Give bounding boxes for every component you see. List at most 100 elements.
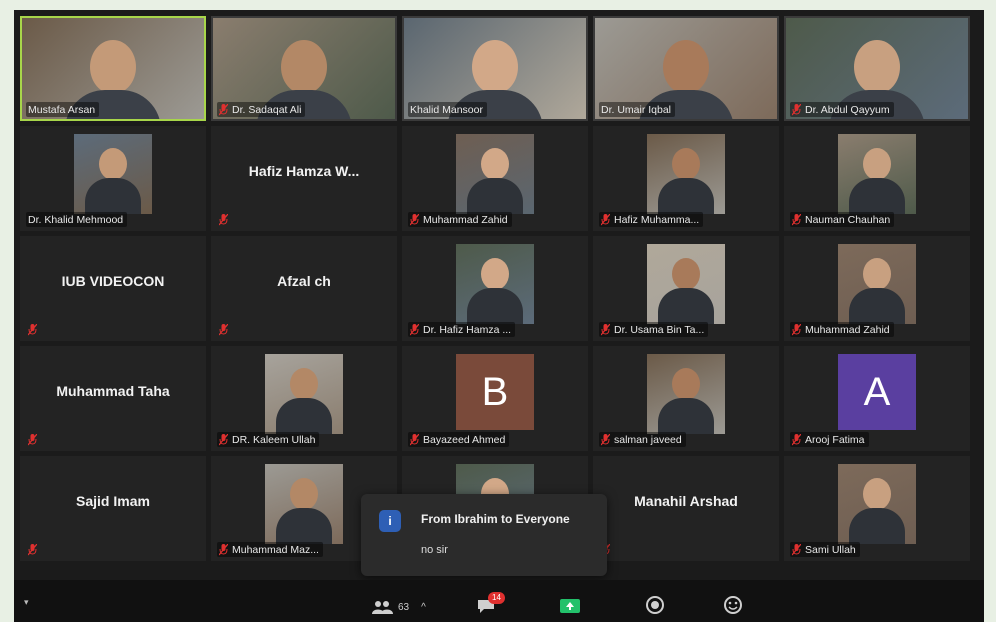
participant-face (99, 148, 127, 180)
participant-face (290, 478, 318, 510)
participant-face (863, 148, 891, 180)
participant-name: DR. Kaleem Ullah (232, 433, 316, 446)
participant-tile[interactable]: Nauman Chauhan (784, 126, 970, 231)
participant-name: Muhammad Zahid (805, 323, 890, 336)
participant-tile[interactable]: Muhammad Zahid (784, 236, 970, 341)
participant-name: Arooj Fatima (805, 433, 865, 446)
reactions-button[interactable] (724, 596, 742, 614)
chat-sender: From Ibrahim to Everyone (421, 512, 570, 526)
participant-name: Dr. Abdul Qayyum (805, 103, 890, 116)
participant-tile[interactable]: Dr. Sadaqat Ali (211, 16, 397, 121)
participant-tile[interactable]: salman javeed (593, 346, 779, 451)
participant-tile[interactable]: DR. Kaleem Ullah (211, 346, 397, 451)
chat-button[interactable]: 14 (476, 592, 505, 614)
participant-name-label: Arooj Fatima (790, 432, 869, 447)
participant-tile[interactable]: Khalid Mansoor (402, 16, 588, 121)
participant-name-label: Hafiz Muhamma... (599, 212, 704, 227)
participant-name-label: Dr. Khalid Mehmood (26, 212, 128, 227)
share-screen-icon (560, 599, 580, 613)
muted-mic-icon (792, 323, 801, 336)
profile-picture (647, 134, 725, 214)
participant-name-label: Dr. Umair Iqbal (599, 102, 676, 117)
participant-tile[interactable]: Muhammad Zahid (402, 126, 588, 231)
participant-name-label (26, 322, 41, 337)
participant-name-label: Mustafa Arsan (26, 102, 100, 117)
participant-body (849, 178, 905, 214)
participants-icon (372, 601, 393, 614)
participant-tile[interactable]: Afzal ch (211, 236, 397, 341)
muted-mic-icon (792, 543, 801, 556)
caret-icon[interactable]: ▾ (24, 597, 29, 608)
participant-display-name: Afzal ch (277, 272, 331, 289)
muted-mic-icon (792, 213, 801, 226)
participant-tile[interactable]: Dr. Umair Iqbal (593, 16, 779, 121)
meeting-toolbar: ▾ 63 ^ 14 (14, 580, 984, 622)
participant-name-label: Muhammad Zahid (408, 212, 512, 227)
participant-name: Dr. Hafiz Hamza ... (423, 323, 512, 336)
profile-picture (265, 354, 343, 434)
participant-name-label: Nauman Chauhan (790, 212, 895, 227)
chevron-up-icon[interactable]: ^ (421, 602, 426, 613)
participant-name: Dr. Umair Iqbal (601, 103, 672, 116)
participant-name-label: Muhammad Zahid (790, 322, 894, 337)
participant-tile[interactable]: Hafiz Muhamma... (593, 126, 779, 231)
participant-name-label: Dr. Sadaqat Ali (217, 102, 306, 117)
muted-mic-icon (792, 103, 801, 116)
participant-tile[interactable]: Mustafa Arsan (20, 16, 206, 121)
chat-message: no sir (421, 544, 448, 556)
participant-face (663, 40, 709, 94)
participant-name-label: Dr. Abdul Qayyum (790, 102, 894, 117)
participant-tile[interactable]: Dr. Abdul Qayyum (784, 16, 970, 121)
participant-name-label: DR. Kaleem Ullah (217, 432, 320, 447)
participant-name: Muhammad Maz... (232, 543, 319, 556)
avatar-initial: B (456, 354, 534, 430)
share-screen-button[interactable] (559, 598, 581, 614)
participant-tile[interactable]: Sami Ullah (784, 456, 970, 561)
participant-tile[interactable]: Dr. Hafiz Hamza ... (402, 236, 588, 341)
participant-face (281, 40, 327, 94)
participant-body (85, 178, 141, 214)
participant-name: Mustafa Arsan (28, 103, 96, 116)
participant-name-label: Sami Ullah (790, 542, 860, 557)
participants-button[interactable]: 63 ^ (372, 600, 426, 614)
participant-display-name: Sajid Imam (76, 492, 150, 509)
participant-name-label (217, 322, 232, 337)
record-button[interactable] (646, 596, 664, 614)
participant-name-label: Bayazeed Ahmed (408, 432, 510, 447)
avatar-initial: A (838, 354, 916, 430)
participant-name: Sami Ullah (805, 543, 856, 556)
muted-mic-icon (28, 433, 37, 446)
participant-display-name: Muhammad Taha (56, 382, 170, 399)
participant-tile[interactable]: Muhammad Taha (20, 346, 206, 451)
muted-mic-icon (219, 213, 228, 226)
participant-face (290, 368, 318, 400)
participant-tile[interactable]: B Bayazeed Ahmed (402, 346, 588, 451)
participant-tile[interactable]: IUB VIDEOCON (20, 236, 206, 341)
participant-face (672, 258, 700, 290)
muted-mic-icon (219, 323, 228, 336)
participant-tile[interactable]: Sajid Imam (20, 456, 206, 561)
muted-mic-icon (410, 213, 419, 226)
participant-name: Dr. Usama Bin Ta... (614, 323, 705, 336)
participant-name-label (26, 542, 41, 557)
participant-name-label: Dr. Hafiz Hamza ... (408, 322, 516, 337)
profile-picture (647, 244, 725, 324)
participant-name-label: Dr. Usama Bin Ta... (599, 322, 709, 337)
profile-picture (265, 464, 343, 544)
participant-tile[interactable]: Manahil Arshad (593, 456, 779, 561)
participant-body (658, 178, 714, 214)
chat-bubble-icon: i (379, 510, 401, 532)
chat-notification[interactable]: i From Ibrahim to Everyone no sir (361, 494, 607, 576)
participant-tile[interactable]: Dr. Usama Bin Ta... (593, 236, 779, 341)
participant-body (658, 398, 714, 434)
participant-face (863, 478, 891, 510)
participant-tile[interactable]: A Arooj Fatima (784, 346, 970, 451)
participant-tile[interactable]: Dr. Khalid Mehmood (20, 126, 206, 231)
participant-face (854, 40, 900, 94)
participant-name: Bayazeed Ahmed (423, 433, 506, 446)
participant-name: salman javeed (614, 433, 682, 446)
participant-body (658, 288, 714, 324)
participant-body (849, 508, 905, 544)
zoom-window: Mustafa Arsan Dr. Sadaqat Ali Khalid Manso… (14, 10, 984, 622)
participant-tile[interactable]: Hafiz Hamza W... (211, 126, 397, 231)
